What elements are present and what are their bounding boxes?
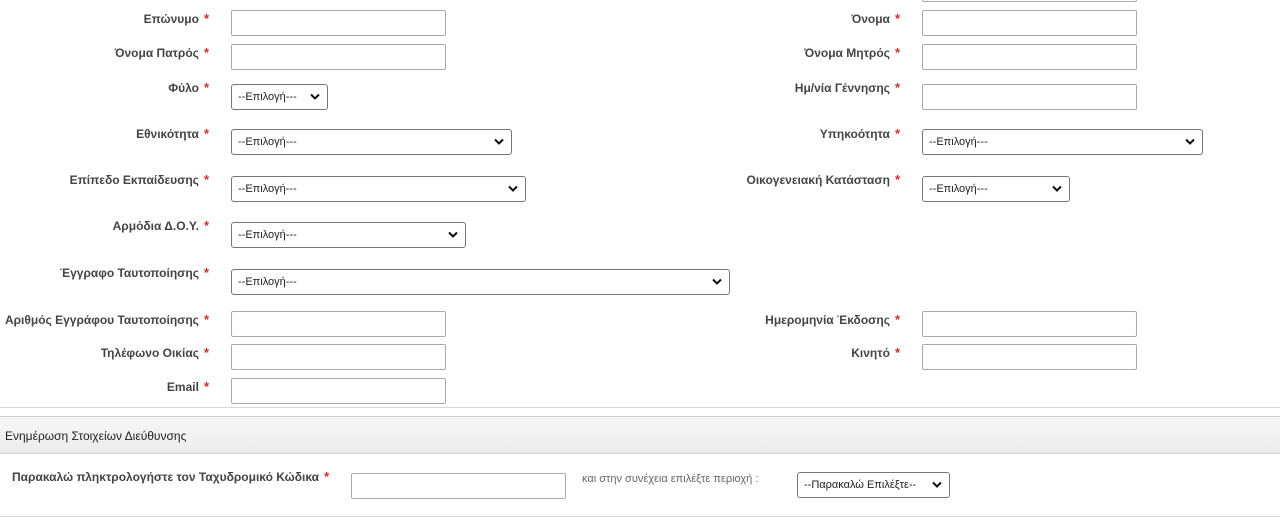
required-mark: * xyxy=(894,80,900,95)
home-phone-input[interactable] xyxy=(231,344,446,370)
name-label-text: Όνομα xyxy=(851,12,890,26)
education-select-value: --Επιλογή--- xyxy=(238,183,297,195)
id-doc-select[interactable]: --Επιλογή--- xyxy=(231,269,730,295)
mother-name-label-text: Όνομα Μητρός xyxy=(804,46,890,60)
marital-select[interactable]: --Επιλογή--- xyxy=(922,176,1070,202)
chevron-down-icon xyxy=(508,185,518,192)
id-number-label-text: Αριθμός Εγγράφου Ταυτοποίησης xyxy=(4,313,199,327)
chevron-down-icon xyxy=(494,138,504,145)
required-mark: * xyxy=(203,312,209,327)
gender-select[interactable]: --Επιλογή--- xyxy=(231,84,328,110)
mother-name-label: Όνομα Μητρός * xyxy=(804,45,900,61)
email-input[interactable] xyxy=(231,378,446,404)
required-mark: * xyxy=(203,218,209,233)
nationality-select[interactable]: --Επιλογή--- xyxy=(231,129,512,155)
email-label: Email * xyxy=(166,379,209,395)
gender-label-text: Φύλο xyxy=(168,81,199,95)
birthdate-input[interactable] xyxy=(922,84,1137,110)
required-mark: * xyxy=(203,11,209,26)
required-mark: * xyxy=(894,172,900,187)
required-mark: * xyxy=(203,45,209,60)
id-doc-label-text: Έγγραφο Ταυτοποίησης xyxy=(59,266,199,280)
citizenship-label: Υπηκοότητα * xyxy=(819,126,900,142)
id-number-label: Αριθμός Εγγράφου Ταυτοποίησης * xyxy=(4,312,209,328)
birthdate-label: Ημ/νία Γέννησης * xyxy=(794,80,900,96)
address-section-header: Ενημέρωση Στοιχείων Διεύθυνσης xyxy=(0,416,1280,454)
tax-office-label-text: Αρμόδια Δ.Ο.Υ. xyxy=(112,219,199,233)
chevron-down-icon xyxy=(932,481,942,488)
required-mark: * xyxy=(894,11,900,26)
gender-select-value: --Επιλογή--- xyxy=(238,91,297,103)
issue-date-label: Ημερομηνία Έκδοσης * xyxy=(765,312,900,328)
father-name-label: Όνομα Πατρός * xyxy=(114,45,209,61)
required-mark: * xyxy=(894,126,900,141)
name-input[interactable] xyxy=(922,10,1137,36)
mother-name-input[interactable] xyxy=(922,44,1137,70)
marital-select-value: --Επιλογή--- xyxy=(929,183,988,195)
father-name-label-text: Όνομα Πατρός xyxy=(114,46,199,60)
citizenship-select-value: --Επιλογή--- xyxy=(929,136,988,148)
tax-office-select[interactable]: --Επιλογή--- xyxy=(231,222,466,248)
mobile-label: Κινητό * xyxy=(851,345,900,361)
surname-label: Επώνυμο * xyxy=(143,11,209,27)
required-mark: * xyxy=(203,172,209,187)
address-section-title: Ενημέρωση Στοιχείων Διεύθυνσης xyxy=(5,429,187,443)
home-phone-label: Τηλέφωνο Οικίας * xyxy=(100,345,209,361)
required-mark: * xyxy=(203,80,209,95)
education-select[interactable]: --Επιλογή--- xyxy=(231,176,526,202)
mobile-input[interactable] xyxy=(922,344,1137,370)
issue-date-label-text: Ημερομηνία Έκδοσης xyxy=(765,313,890,327)
nationality-select-value: --Επιλογή--- xyxy=(238,136,297,148)
id-doc-select-value: --Επιλογή--- xyxy=(238,276,297,288)
name-label: Όνομα * xyxy=(851,11,900,27)
chevron-down-icon xyxy=(310,93,320,100)
required-mark: * xyxy=(894,345,900,360)
birthdate-label-text: Ημ/νία Γέννησης xyxy=(794,81,890,95)
nationality-label: Εθνικότητα * xyxy=(136,126,209,142)
home-phone-label-text: Τηλέφωνο Οικίας xyxy=(100,346,199,360)
id-doc-label: Έγγραφο Ταυτοποίησης * xyxy=(59,265,209,281)
gender-label: Φύλο * xyxy=(168,80,209,96)
father-name-input[interactable] xyxy=(231,44,446,70)
marital-label-text: Οικογενειακή Κατάσταση xyxy=(746,173,890,187)
chevron-down-icon xyxy=(448,231,458,238)
id-number-input[interactable] xyxy=(231,311,446,337)
chevron-down-icon xyxy=(1052,185,1062,192)
chevron-down-icon xyxy=(712,278,722,285)
required-mark: * xyxy=(894,312,900,327)
required-mark: * xyxy=(203,265,209,280)
postcode-input[interactable] xyxy=(351,473,566,499)
education-label: Επίπεδο Εκπαίδευσης * xyxy=(69,172,209,188)
surname-input[interactable] xyxy=(231,10,446,36)
marital-label: Οικογενειακή Κατάσταση * xyxy=(746,172,900,188)
citizenship-select[interactable]: --Επιλογή--- xyxy=(922,129,1203,155)
tax-office-select-value: --Επιλογή--- xyxy=(238,229,297,241)
surname-label-text: Επώνυμο xyxy=(143,12,199,26)
area-select[interactable]: --Παρακαλώ Επιλέξτε-- xyxy=(797,472,950,498)
issue-date-input[interactable] xyxy=(922,311,1137,337)
required-mark: * xyxy=(203,345,209,360)
required-mark: * xyxy=(894,45,900,60)
bottom-divider xyxy=(0,516,1280,517)
email-label-text: Email xyxy=(166,380,199,394)
tax-office-label: Αρμόδια Δ.Ο.Υ. * xyxy=(112,218,209,234)
postcode-label-text: Παρακαλώ πληκτρολογήστε τον Ταχυδρομικό … xyxy=(12,470,320,484)
citizenship-label-text: Υπηκοότητα xyxy=(819,127,890,141)
nationality-label-text: Εθνικότητα xyxy=(136,127,199,141)
required-mark: * xyxy=(324,469,330,484)
mobile-label-text: Κινητό xyxy=(851,346,890,360)
area-select-value: --Παρακαλώ Επιλέξτε-- xyxy=(804,479,917,491)
top-cut-input[interactable] xyxy=(922,0,1137,2)
education-label-text: Επίπεδο Εκπαίδευσης xyxy=(69,173,199,187)
chevron-down-icon xyxy=(1185,138,1195,145)
area-hint-text: και στην συνέχεια επιλέξτε περιοχή : xyxy=(582,473,759,485)
required-mark: * xyxy=(203,126,209,141)
divider xyxy=(0,407,1280,408)
required-mark: * xyxy=(203,379,209,394)
postcode-label: Παρακαλώ πληκτρολογήστε τον Ταχυδρομικό … xyxy=(12,469,330,485)
